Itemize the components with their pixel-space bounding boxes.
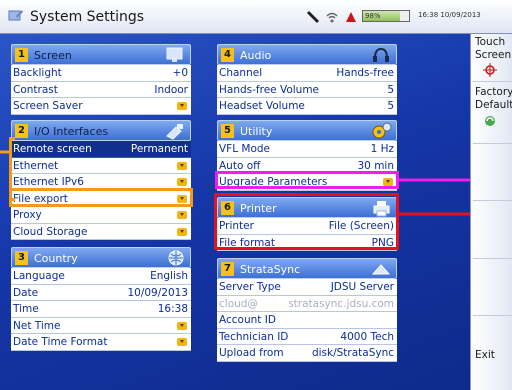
- crosshair-icon: [483, 63, 497, 77]
- recycle-icon: [485, 116, 495, 126]
- touch-screen-button[interactable]: Touch Screen: [471, 36, 512, 81]
- factory-default-button[interactable]: Factory Default: [471, 86, 512, 132]
- softkey-sidebar: Touch Screen Factory Default Exit: [470, 34, 512, 390]
- callout-lines: [0, 150, 512, 216]
- exit-button[interactable]: Exit: [471, 349, 512, 362]
